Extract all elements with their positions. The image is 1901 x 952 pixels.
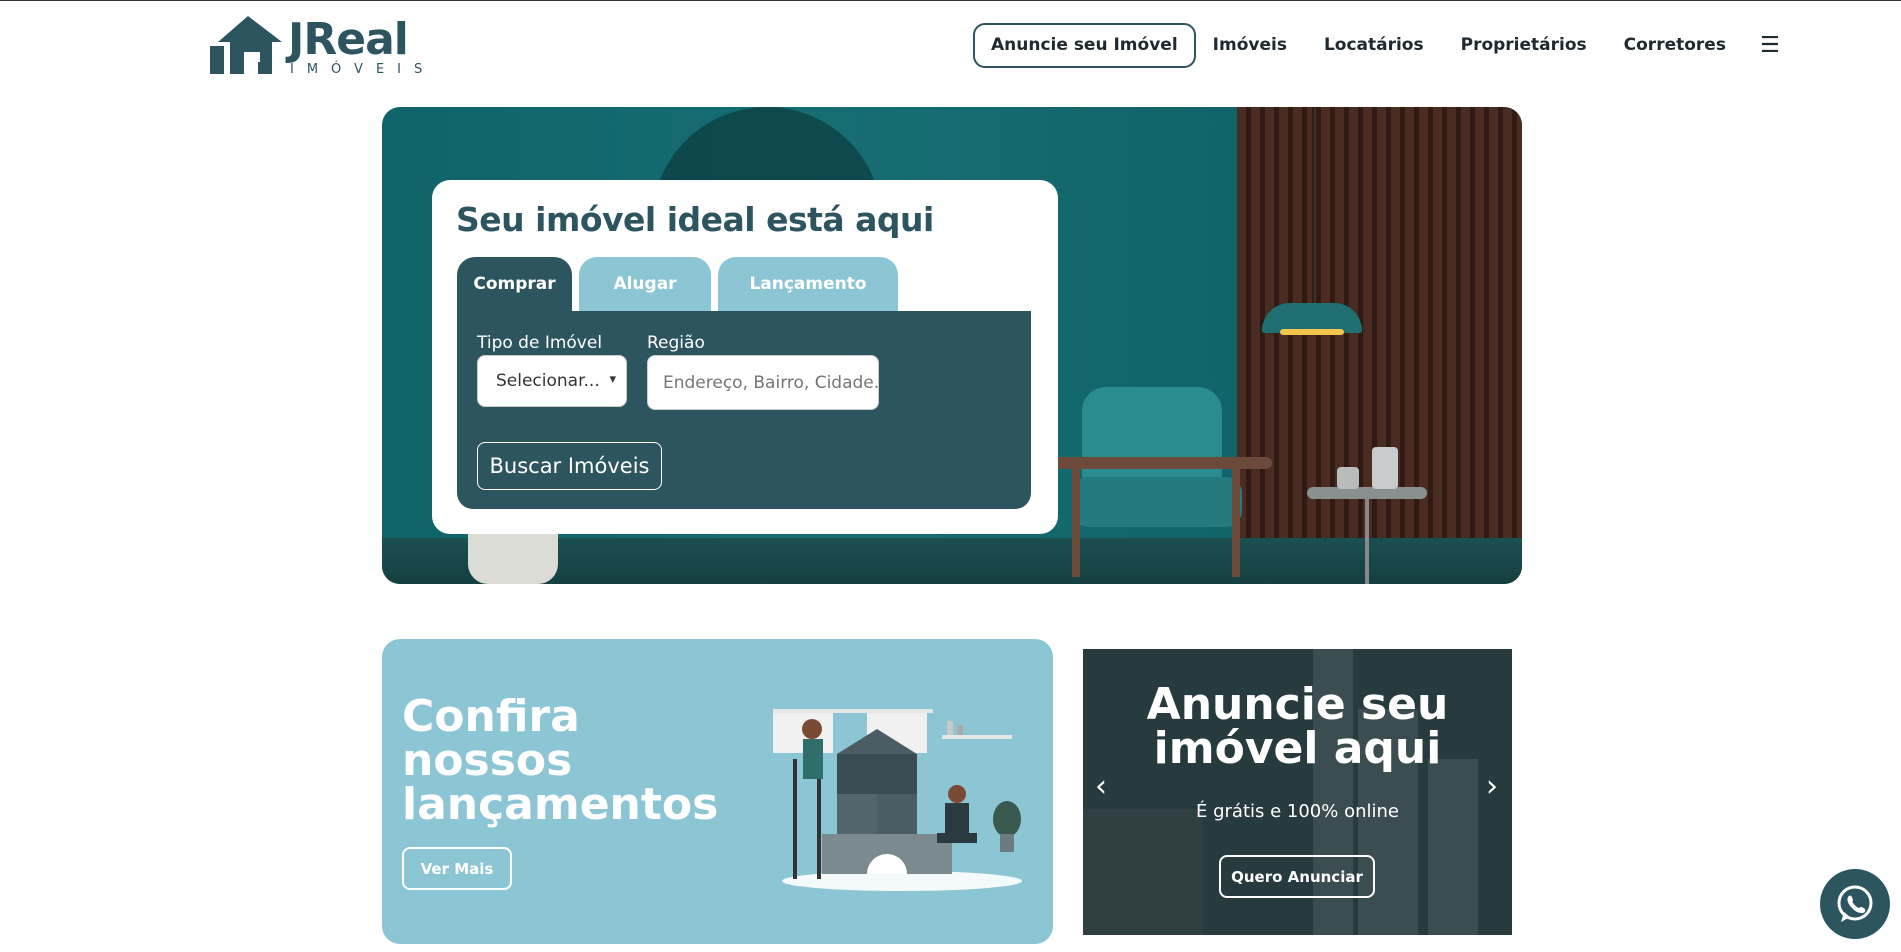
advertise-title: Anuncie seu imóvel aqui <box>1146 679 1449 774</box>
hero-lamp-light <box>1280 329 1344 335</box>
brand-subtitle: IMÓVEIS <box>290 62 436 77</box>
hero-vase <box>1337 467 1359 489</box>
nav-link-corretores[interactable]: Corretores <box>1624 35 1726 55</box>
launches-card[interactable]: Confira nossos lançamentos Ver Mais <box>382 639 1053 944</box>
property-search-card: Seu imóvel ideal está aqui Comprar Aluga… <box>432 180 1058 534</box>
top-border <box>0 0 1901 1</box>
hamburger-icon[interactable]: ☰ <box>1760 33 1780 58</box>
want-to-advertise-button[interactable]: Quero Anunciar <box>1219 855 1375 898</box>
advertise-carousel: Anuncie seu imóvel aqui É grátis e 100% … <box>1083 649 1512 935</box>
search-panel: Tipo de Imóvel Região Selecionar... ▾ Bu… <box>457 311 1031 509</box>
main-nav: Anuncie seu Imóvel Imóveis Locatários Pr… <box>973 22 1780 68</box>
hero-chair-seat <box>1072 477 1242 527</box>
construction-illustration <box>773 709 1022 891</box>
hero-wood-slats <box>1237 107 1522 584</box>
advertise-subtitle: É grátis e 100% online <box>1196 801 1399 822</box>
hero-lamp-cord <box>1312 107 1314 307</box>
nav-link-imoveis[interactable]: Imóveis <box>1213 35 1287 55</box>
whatsapp-icon <box>1837 885 1873 922</box>
brand-logo[interactable]: JReal IMÓVEIS <box>210 12 435 78</box>
brand-name: JReal <box>288 14 409 65</box>
nav-link-locatarios[interactable]: Locatários <box>1324 35 1424 55</box>
search-properties-button[interactable]: Buscar Imóveis <box>477 442 662 490</box>
see-more-button[interactable]: Ver Mais <box>402 847 512 890</box>
tab-alugar[interactable]: Alugar <box>579 257 711 311</box>
whatsapp-button[interactable] <box>1820 869 1890 939</box>
logo-icon <box>210 16 282 74</box>
character-decor <box>1083 809 1203 935</box>
tab-lancamento[interactable]: Lançamento <box>718 257 898 311</box>
tab-comprar[interactable]: Comprar <box>457 257 572 311</box>
hero-chair-leg <box>1232 467 1240 577</box>
nav-link-proprietarios[interactable]: Proprietários <box>1461 35 1587 55</box>
region-label: Região <box>647 333 705 353</box>
region-input[interactable] <box>647 355 879 410</box>
chevron-down-icon: ▾ <box>609 372 616 387</box>
chevron-left-icon[interactable]: ‹ <box>1095 769 1107 804</box>
building-decor <box>1428 759 1478 935</box>
hero-banner: Seu imóvel ideal está aqui Comprar Aluga… <box>382 107 1522 584</box>
search-title: Seu imóvel ideal está aqui <box>456 200 934 239</box>
property-type-select[interactable]: Selecionar... ▾ <box>477 355 627 407</box>
hero-vase <box>1372 447 1398 489</box>
property-type-label: Tipo de Imóvel <box>477 333 603 353</box>
hero-chair-leg <box>1072 467 1080 577</box>
launches-title: Confira nossos lançamentos <box>402 691 719 830</box>
hero-table-leg <box>1365 497 1369 584</box>
property-type-value: Selecionar... <box>496 371 600 391</box>
advertise-property-button[interactable]: Anuncie seu Imóvel <box>973 22 1196 68</box>
chevron-right-icon[interactable]: › <box>1486 769 1498 804</box>
